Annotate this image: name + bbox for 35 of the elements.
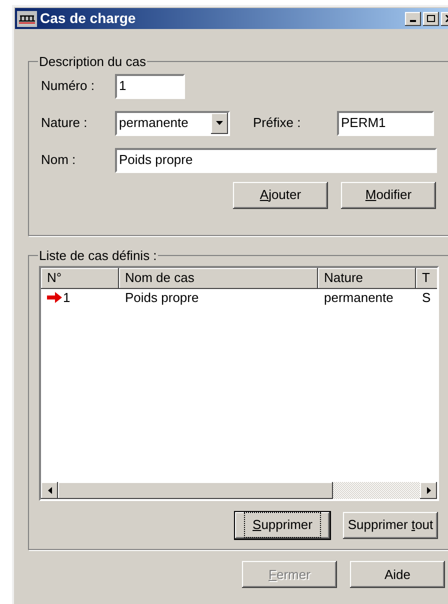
table-cell-text: 1: [63, 288, 70, 307]
minimize-button[interactable]: [405, 12, 421, 26]
dialog-button[interactable]: Modifier: [340, 180, 437, 210]
maximize-icon: [427, 15, 435, 22]
dropdown-arrow-icon: [216, 121, 223, 125]
maximize-button[interactable]: [423, 12, 439, 26]
dialog-button[interactable]: Aide: [349, 560, 446, 589]
right-arrow-icon: [426, 486, 430, 494]
text-field[interactable]: PERM1: [337, 110, 434, 136]
scroll-button[interactable]: [420, 482, 437, 498]
field-label: Préfixe :: [253, 114, 302, 132]
text-field[interactable]: 1: [115, 74, 185, 98]
field-label: Numéro :: [41, 77, 96, 96]
left-arrow-icon: [48, 486, 52, 494]
group-title: Description du cas: [38, 53, 147, 71]
scroll-thumb[interactable]: [58, 482, 333, 498]
dropdown[interactable]: permanente: [115, 110, 230, 136]
table-cell-text: S: [422, 288, 431, 307]
text-field[interactable]: Poids propre: [115, 148, 437, 172]
field-label: Nom :: [41, 151, 77, 170]
column-header[interactable]: T: [416, 268, 437, 288]
dialog-button[interactable]: Supprimer tout: [342, 510, 439, 540]
dialog-button[interactable]: Supprimer: [234, 510, 331, 540]
table-cell-text: permanente: [324, 288, 394, 307]
table-cell-text: Poids propre: [125, 288, 199, 307]
field-label: Nature :: [41, 114, 88, 132]
column-header[interactable]: Nom de cas: [119, 268, 318, 288]
column-header[interactable]: N°: [41, 268, 119, 288]
scroll-button[interactable]: [41, 482, 58, 498]
horizontal-scrollbar[interactable]: [41, 482, 437, 498]
group-title: Liste de cas définis :: [38, 247, 158, 265]
app-icon: [17, 10, 37, 26]
window-title: Cas de charge: [40, 9, 136, 28]
column-header[interactable]: Nature: [318, 268, 416, 288]
dialog-button[interactable]: Ajouter: [232, 180, 329, 210]
